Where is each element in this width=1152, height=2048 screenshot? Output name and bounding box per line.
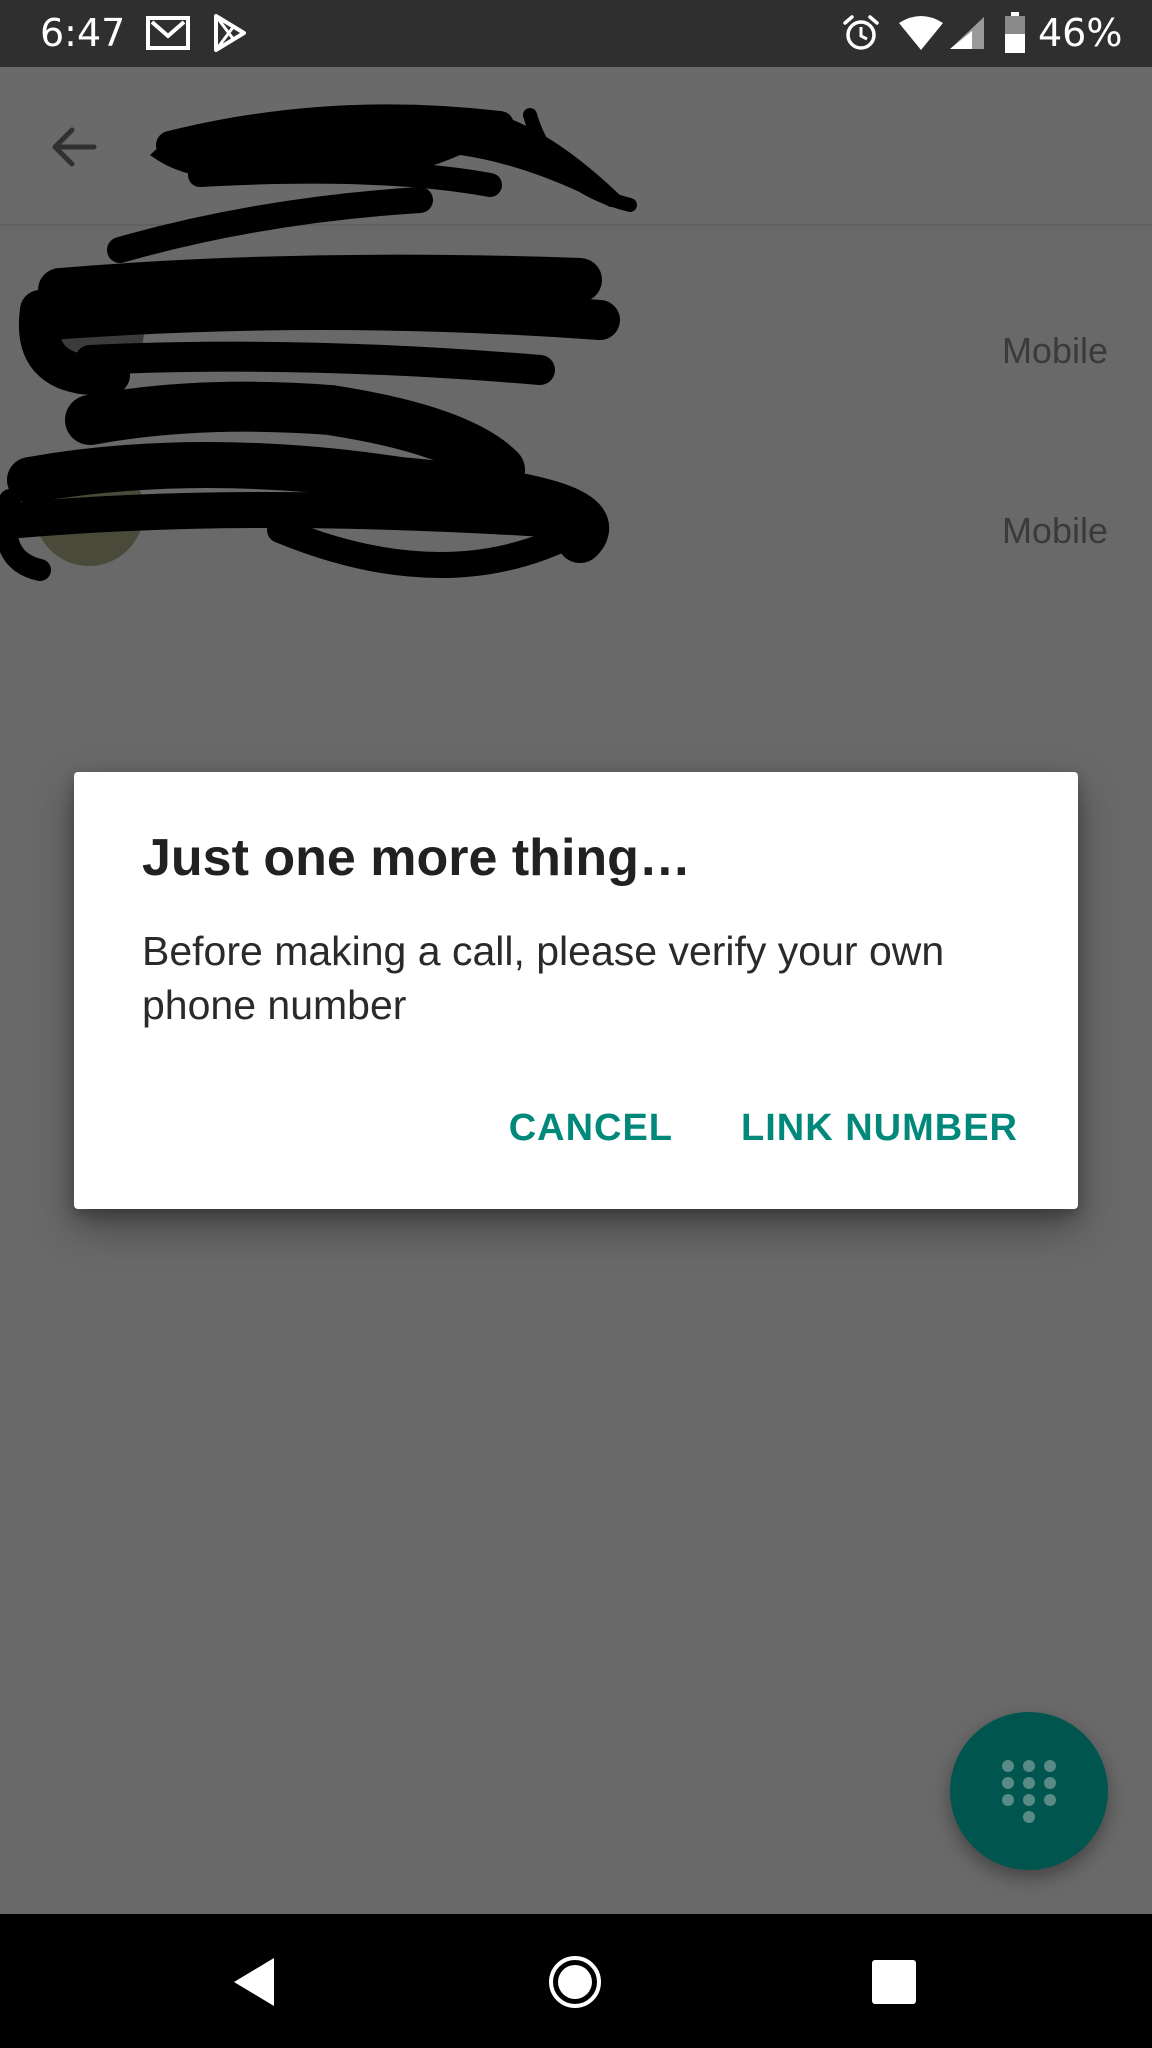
verify-number-dialog: Just one more thing… Before making a cal…: [74, 772, 1078, 1209]
contact-avatar: [34, 276, 144, 386]
contact-row[interactable]: Mobile: [0, 262, 1152, 442]
dialpad-fab[interactable]: [950, 1712, 1108, 1870]
gmail-icon: [146, 16, 190, 50]
link-number-button[interactable]: LINK NUMBER: [741, 1107, 1018, 1150]
cancel-button[interactable]: CANCEL: [509, 1107, 673, 1150]
battery-percent: 46%: [1038, 11, 1123, 55]
play-store-icon: [214, 14, 246, 52]
signal-icon: [950, 17, 984, 49]
nav-home-icon[interactable]: [545, 1952, 605, 2012]
nav-back-icon[interactable]: [224, 1952, 284, 2012]
dialog-message: Before making a call, please verify your…: [142, 928, 945, 1028]
contact-phone-type: Mobile: [1001, 510, 1108, 551]
dialpad-icon: [1002, 1760, 1056, 1823]
contact-row[interactable]: Mobile: [0, 442, 1152, 622]
alarm-icon: [843, 15, 879, 50]
battery-icon: [1005, 12, 1025, 53]
status-time: 6:47: [40, 11, 126, 55]
app-bar: [0, 67, 1152, 226]
contact-phone-type: Mobile: [1001, 330, 1108, 371]
nav-recents-icon[interactable]: [864, 1952, 924, 2012]
dialog-actions: CANCEL LINK NUMBER: [509, 1107, 1018, 1150]
contact-avatar: [34, 456, 144, 566]
dialog-title: Just one more thing…: [142, 829, 691, 887]
navigation-bar: [0, 1914, 1152, 2048]
arrow-left-icon[interactable]: [44, 117, 104, 177]
wifi-icon: [899, 16, 943, 50]
status-bar: 6:47 46%: [0, 0, 1152, 67]
